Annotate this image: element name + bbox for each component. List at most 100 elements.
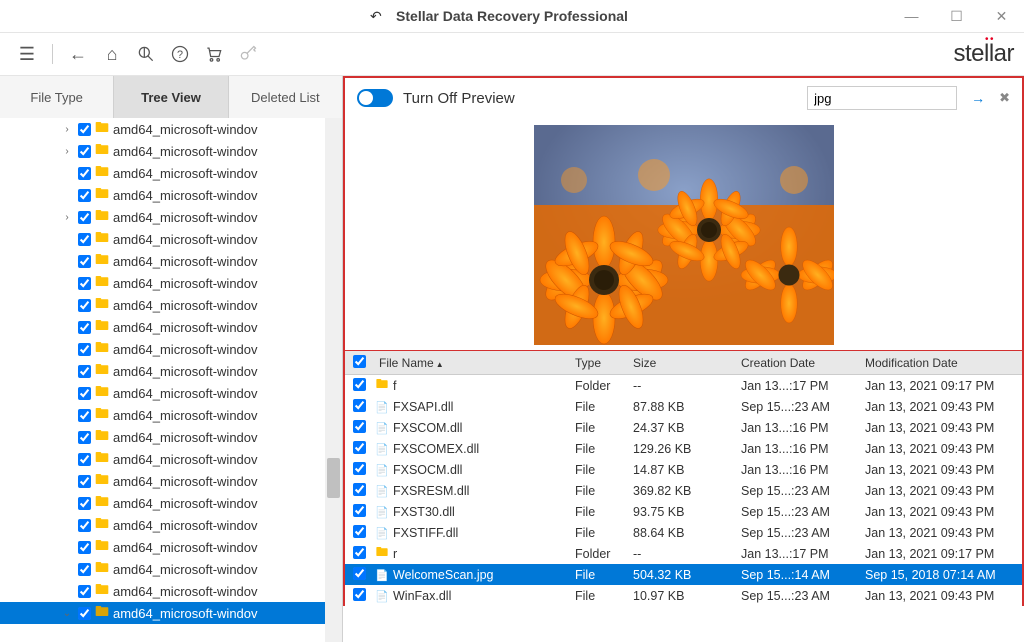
key-icon[interactable] (231, 37, 265, 71)
tree-item-checkbox[interactable] (78, 519, 91, 532)
table-row[interactable]: 📄FXSRESM.dllFile369.82 KBSep 15...:23 AM… (345, 480, 1022, 501)
tree-item-checkbox[interactable] (78, 233, 91, 246)
tree-item[interactable]: ›🖿amd64_microsoft-windov (0, 206, 342, 228)
table-row[interactable]: 🖿fFolder--Jan 13...:17 PMJan 13, 2021 09… (345, 375, 1022, 396)
tree-item-checkbox[interactable] (78, 343, 91, 356)
table-row[interactable]: 🖿rFolder--Jan 13...:17 PMJan 13, 2021 09… (345, 543, 1022, 564)
preview-toggle[interactable] (357, 89, 393, 107)
table-row[interactable]: 📄FXSTIFF.dllFile88.64 KBSep 15...:23 AMJ… (345, 522, 1022, 543)
row-checkbox[interactable] (353, 567, 366, 580)
tree-item[interactable]: 🖿amd64_microsoft-windov (0, 382, 342, 404)
tree-item-checkbox[interactable] (78, 387, 91, 400)
chevron-icon[interactable]: › (60, 146, 74, 157)
cart-icon[interactable] (197, 37, 231, 71)
menu-icon[interactable]: ☰ (10, 37, 44, 71)
table-row[interactable]: 📄FXSAPI.dllFile87.88 KBSep 15...:23 AMJa… (345, 396, 1022, 417)
tree-item-checkbox[interactable] (78, 167, 91, 180)
row-checkbox[interactable] (353, 525, 366, 538)
folder-icon: 🖿 (95, 272, 109, 294)
tree-item[interactable]: ›🖿amd64_microsoft-windov (0, 140, 342, 162)
chevron-icon[interactable]: › (60, 124, 74, 135)
tree-item[interactable]: ›🖿amd64_microsoft-windov (0, 118, 342, 140)
tree-item[interactable]: 🖿amd64_microsoft-windov (0, 250, 342, 272)
table-row[interactable]: 📄FXST30.dllFile93.75 KBSep 15...:23 AMJa… (345, 501, 1022, 522)
tree-item[interactable]: 🖿amd64_microsoft-windov (0, 470, 342, 492)
tree-item[interactable]: 🖿amd64_microsoft-windov (0, 558, 342, 580)
search-clear-icon[interactable]: ✖ (999, 90, 1010, 106)
column-modification-date[interactable]: Modification Date (865, 356, 1022, 370)
tree-item[interactable]: 🖿amd64_microsoft-windov (0, 448, 342, 470)
column-type[interactable]: Type (575, 356, 633, 370)
close-button[interactable]: ✕ (979, 0, 1024, 32)
tree-item[interactable]: 🖿amd64_microsoft-windov (0, 316, 342, 338)
row-checkbox[interactable] (353, 546, 366, 559)
tree-item[interactable]: 🖿amd64_microsoft-windov (0, 184, 342, 206)
tab-file-type[interactable]: File Type (0, 76, 114, 118)
row-checkbox[interactable] (353, 441, 366, 454)
tree-item-checkbox[interactable] (78, 497, 91, 510)
tree-item-checkbox[interactable] (78, 321, 91, 334)
help-icon[interactable]: ? (163, 37, 197, 71)
tree-item-checkbox[interactable] (78, 255, 91, 268)
row-checkbox[interactable] (353, 399, 366, 412)
tree-item-checkbox[interactable] (78, 145, 91, 158)
row-checkbox[interactable] (353, 483, 366, 496)
table-row[interactable]: 📄WinFax.dllFile10.97 KBSep 15...:23 AMJa… (345, 585, 1022, 606)
tree-item-checkbox[interactable] (78, 365, 91, 378)
tree-item[interactable]: 🖿amd64_microsoft-windov (0, 228, 342, 250)
tree-item-checkbox[interactable] (78, 409, 91, 422)
tree-item[interactable]: ⌄🖿amd64_microsoft-windov (0, 602, 342, 624)
tree-item-checkbox[interactable] (78, 211, 91, 224)
table-row[interactable]: 📄FXSCOM.dllFile24.37 KBJan 13...:16 PMJa… (345, 417, 1022, 438)
search-go-icon[interactable]: → (971, 90, 985, 106)
row-checkbox[interactable] (353, 504, 366, 517)
row-checkbox[interactable] (353, 420, 366, 433)
tree-item[interactable]: 🖿 amd64_microsoft-windov (0, 272, 342, 294)
home-icon[interactable]: ⌂ (95, 37, 129, 71)
row-checkbox[interactable] (353, 588, 366, 601)
tree-item[interactable]: 🖿amd64_microsoft-windov (0, 536, 342, 558)
tree-item[interactable]: 🖿amd64_microsoft-windov (0, 404, 342, 426)
column-size[interactable]: Size (633, 356, 741, 370)
row-checkbox[interactable] (353, 378, 366, 391)
tree-item-checkbox[interactable] (78, 541, 91, 554)
tree-item[interactable]: 🖿amd64_microsoft-windov (0, 294, 342, 316)
tree-item-checkbox[interactable] (78, 475, 91, 488)
column-filename[interactable]: File Name▲ (373, 356, 575, 370)
chevron-icon[interactable]: › (60, 212, 74, 223)
search-input[interactable] (807, 86, 957, 110)
minimize-button[interactable]: — (889, 0, 934, 32)
tree-item-checkbox[interactable] (78, 585, 91, 598)
tree-item[interactable]: 🖿amd64_microsoft-windov (0, 426, 342, 448)
tree-item-checkbox[interactable] (78, 607, 91, 620)
tab-deleted-list[interactable]: Deleted List (229, 76, 343, 118)
column-creation-date[interactable]: Creation Date (741, 356, 865, 370)
tree-item[interactable]: 🖿amd64_microsoft-windov (0, 492, 342, 514)
chevron-icon[interactable]: ⌄ (60, 608, 74, 619)
tree-item-label: amd64_microsoft-windov (113, 364, 258, 379)
tree-item-checkbox[interactable] (78, 277, 91, 290)
tree-item-checkbox[interactable] (78, 431, 91, 444)
tree-scrollbar[interactable] (325, 118, 342, 642)
tree-item-checkbox[interactable] (78, 299, 91, 312)
row-checkbox[interactable] (353, 462, 366, 475)
back-icon[interactable]: ← (61, 37, 95, 71)
cell-size: 10.97 KB (633, 589, 741, 603)
table-row[interactable]: 📄WelcomeScan.jpgFile504.32 KBSep 15...:1… (345, 564, 1022, 585)
tree-item[interactable]: 🖿amd64_microsoft-windov (0, 360, 342, 382)
tab-tree-view[interactable]: Tree View (114, 76, 228, 118)
tree-item-checkbox[interactable] (78, 189, 91, 202)
tree-item-checkbox[interactable] (78, 563, 91, 576)
tree-item-checkbox[interactable] (78, 453, 91, 466)
tree-item[interactable]: 🖿amd64_microsoft-windov (0, 580, 342, 602)
tree-item-checkbox[interactable] (78, 123, 91, 136)
tree-item[interactable]: 🖿amd64_microsoft-windov (0, 162, 342, 184)
maximize-button[interactable]: ☐ (934, 0, 979, 32)
tree-item[interactable]: 🖿amd64_microsoft-windov (0, 514, 342, 536)
table-row[interactable]: 📄FXSOCM.dllFile14.87 KBJan 13...:16 PMJa… (345, 459, 1022, 480)
scan-icon[interactable] (129, 37, 163, 71)
select-all-checkbox[interactable] (353, 355, 366, 368)
tree-item-label: amd64_microsoft-windov (113, 276, 258, 291)
tree-item[interactable]: 🖿amd64_microsoft-windov (0, 338, 342, 360)
table-row[interactable]: 📄FXSCOMEX.dllFile129.26 KBJan 13...:16 P… (345, 438, 1022, 459)
